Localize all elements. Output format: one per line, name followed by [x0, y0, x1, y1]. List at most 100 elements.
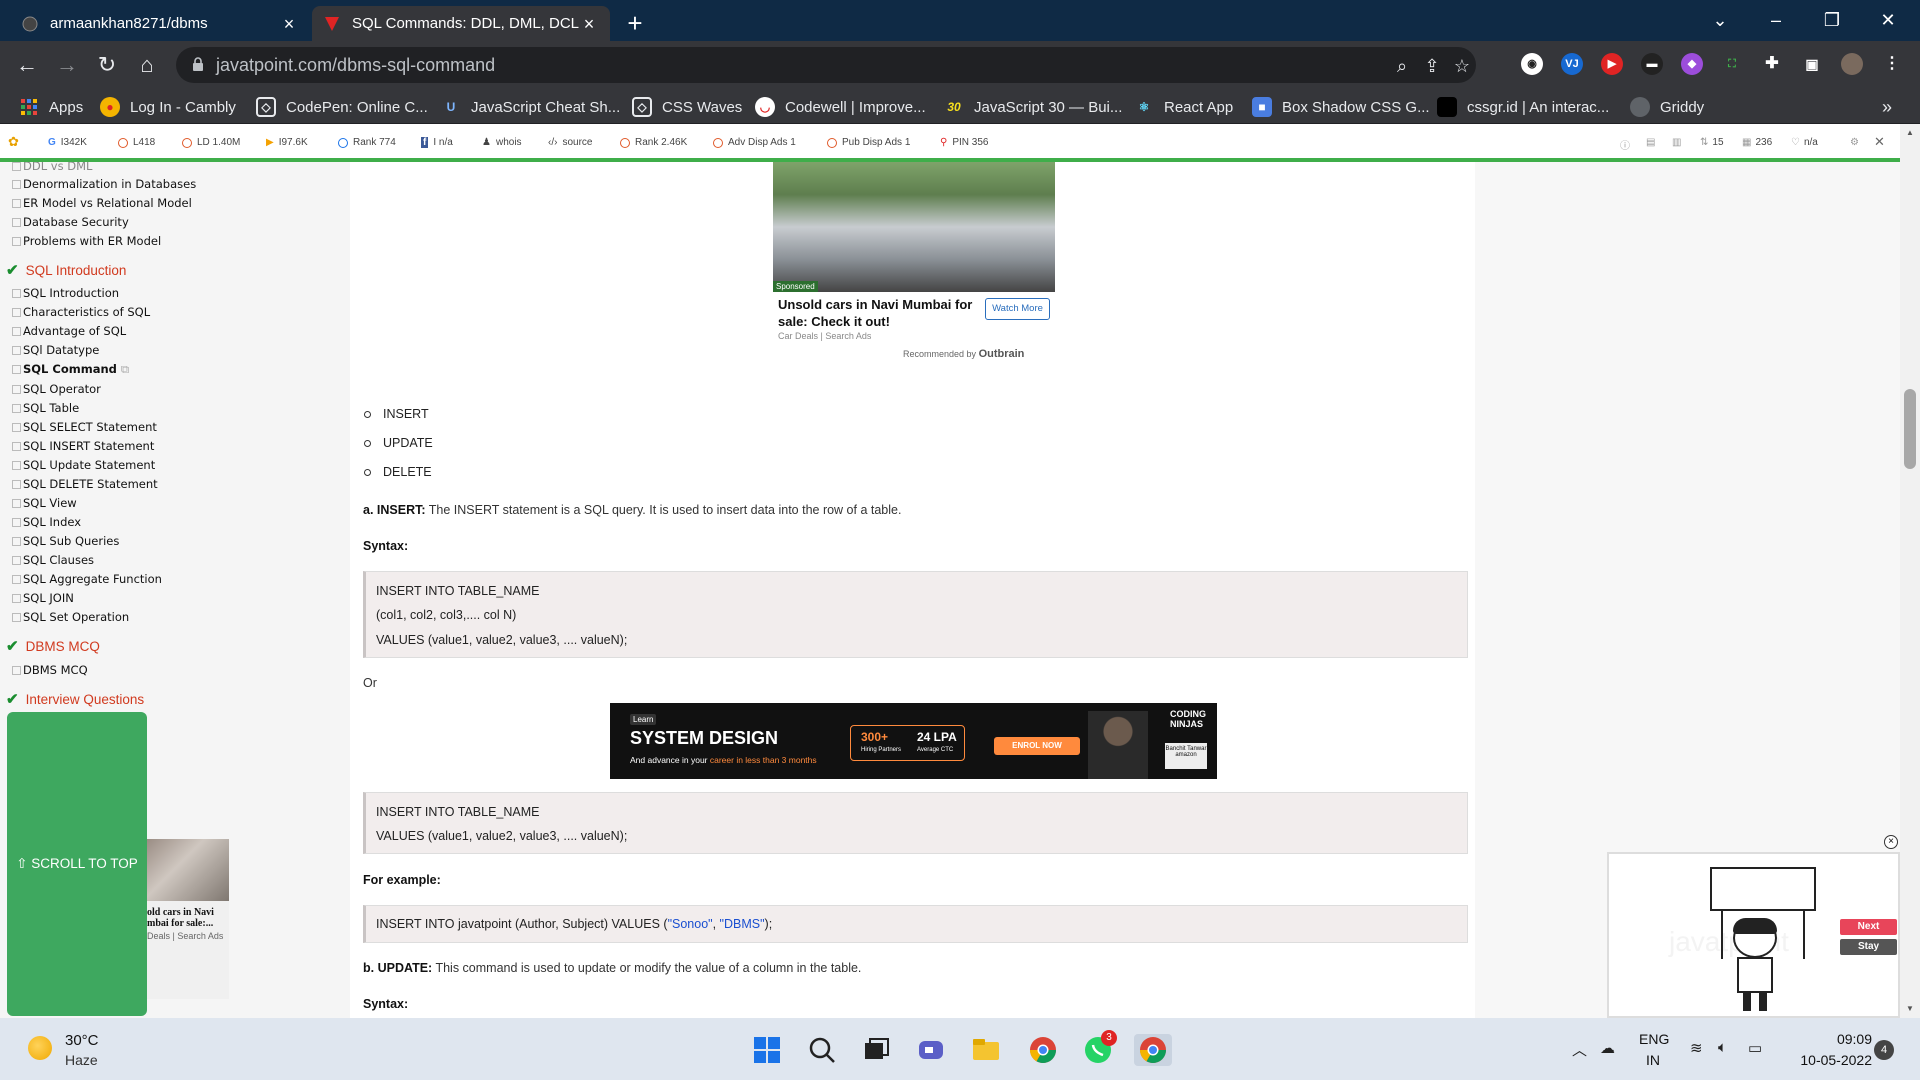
zoom-icon[interactable]: ⌕ [1392, 56, 1412, 76]
extension-icon[interactable]: ◉ [1521, 53, 1543, 75]
network-globe-icon[interactable]: ☁ [1600, 1039, 1615, 1057]
sidebar-item[interactable]: SQL Introduction [12, 286, 119, 300]
show-hidden-icons[interactable]: ︿ [1572, 1039, 1587, 1060]
bookmark-codepen[interactable]: ◇ CodePen: Online C... [256, 96, 428, 118]
sidebar-heading-mcq[interactable]: ✔ DBMS MCQ [6, 637, 100, 655]
video-widget[interactable]: javatpoint Next Stay [1607, 852, 1900, 1018]
close-video-icon[interactable]: × [1884, 835, 1898, 849]
sidepanel-icon[interactable]: ▣ [1801, 53, 1823, 75]
seo-metric[interactable]: Pub Disp Ads 1 [827, 137, 910, 148]
enrol-now-button[interactable]: ENROL NOW [994, 737, 1080, 755]
temperature[interactable]: 30°C [65, 1032, 99, 1049]
seo-metric[interactable]: ▤ [1646, 137, 1655, 148]
extension-icon[interactable]: ▬ [1641, 53, 1663, 75]
bookmark-js30[interactable]: 30 JavaScript 30 — Bui... [944, 96, 1122, 118]
bookmark-apps[interactable]: Apps [19, 96, 83, 118]
sidebar-item[interactable]: DBMS MCQ [12, 663, 88, 677]
top-ad[interactable]: Sponsored Unsold cars in Navi Mumbai for… [773, 162, 1055, 362]
close-tab-icon[interactable]: × [580, 15, 598, 33]
seo-metric[interactable]: ‹/› source [548, 137, 592, 148]
sidebar-item[interactable]: SQL Sub Queries [12, 534, 119, 548]
sidebar-ad[interactable]: old cars in Navi mbai for sale:... Deals… [147, 839, 229, 999]
seo-metric[interactable]: ▶ I97.6K [266, 137, 308, 148]
scroll-to-top-button[interactable]: ⇧ SCROLL TO TOP [7, 712, 147, 1016]
sidebar-heading-interview[interactable]: ✔ Interview Questions [6, 690, 144, 708]
sidebar-item[interactable]: SQL DELETE Statement [12, 477, 158, 491]
sidebar-item[interactable]: Advantage of SQL [12, 324, 126, 338]
close-icon[interactable]: ✕ [1874, 134, 1885, 150]
bookmark-js-cheatsheet[interactable]: U JavaScript Cheat Sh... [441, 96, 621, 118]
sidebar-heading-sql[interactable]: ✔ SQL Introduction [6, 261, 126, 279]
battery-icon[interactable]: ▭ [1748, 1039, 1762, 1057]
stay-button[interactable]: Stay [1840, 939, 1897, 955]
seo-metric[interactable]: LD 1.40M [182, 137, 240, 148]
file-explorer-icon[interactable] [970, 1034, 1002, 1066]
search-icon[interactable] [806, 1034, 838, 1066]
reload-icon[interactable]: ↻ [93, 51, 121, 79]
watch-more-button[interactable]: Watch More [985, 298, 1050, 320]
more-bookmarks-icon[interactable]: » [1882, 96, 1892, 118]
sidebar-item[interactable]: SQL View [12, 496, 77, 510]
scroll-up-icon[interactable]: ▲ [1905, 128, 1915, 138]
seo-metric[interactable]: Rank 2.46K [620, 137, 687, 148]
notification-count[interactable]: 4 [1874, 1040, 1894, 1060]
bookmark-codewell[interactable]: ◡ Codewell | Improve... [755, 96, 926, 118]
language-indicator[interactable]: ENG [1639, 1031, 1669, 1047]
sidebar-item[interactable]: SQL Update Statement [12, 458, 155, 472]
volume-icon[interactable]: 🔈︎ [1718, 1039, 1727, 1056]
seo-metric[interactable]: Rank 774 [338, 137, 396, 148]
gear-icon[interactable]: ⚙ [1850, 137, 1859, 148]
seo-metric[interactable]: G I342K [48, 137, 87, 148]
seo-metric[interactable]: ♟ whois [482, 137, 522, 148]
next-button[interactable]: Next [1840, 919, 1897, 935]
bookmark-griddy[interactable]: Griddy [1630, 96, 1704, 118]
screenshot-icon[interactable]: ⛶ [1721, 53, 1743, 75]
sidebar-item[interactable]: Problems with ER Model [12, 234, 161, 248]
coding-ninjas-ad[interactable]: Learn SYSTEM DESIGN And advance in your … [610, 703, 1217, 779]
bookmark-cambly[interactable]: ● Log In - Cambly [100, 96, 236, 118]
sidebar-item[interactable]: DDL vs DML [12, 162, 92, 173]
sidebar-item[interactable]: SQL Table [12, 401, 79, 415]
scroll-down-icon[interactable]: ▼ [1905, 1004, 1915, 1014]
sidebar-item[interactable]: Denormalization in Databases [12, 177, 196, 191]
sidebar-item[interactable]: SQL JOIN [12, 591, 74, 605]
star-icon[interactable]: ☆ [1452, 56, 1472, 76]
minimize-button[interactable]: – [1748, 0, 1804, 41]
info-icon[interactable]: ⓘ [1620, 137, 1630, 152]
forward-icon[interactable]: → [53, 51, 81, 79]
vidiq-icon[interactable]: VJ [1561, 53, 1583, 75]
sidebar-item[interactable]: Database Security [12, 215, 129, 229]
extension-icon[interactable]: ◆ [1681, 53, 1703, 75]
sidebar-item[interactable]: SQL Clauses [12, 553, 94, 567]
new-tab-button[interactable]: + [620, 8, 650, 38]
seo-metric[interactable]: Adv Disp Ads 1 [713, 137, 796, 148]
sidebar-item[interactable]: SQL Aggregate Function [12, 572, 162, 586]
clock-date[interactable]: 10-05-2022 [1790, 1052, 1872, 1068]
menu-icon[interactable]: ⋮ [1881, 53, 1903, 75]
youtube-icon[interactable]: ▶ [1601, 53, 1623, 75]
language-region[interactable]: IN [1646, 1052, 1660, 1068]
teams-chat-icon[interactable] [915, 1034, 947, 1066]
restore-button[interactable]: ❐ [1804, 0, 1860, 41]
sidebar-item[interactable]: ER Model vs Relational Model [12, 196, 192, 210]
sidebar-item[interactable]: SQl Datatype [12, 343, 99, 357]
scrollbar-thumb[interactable] [1904, 389, 1916, 469]
recommended-by[interactable]: Recommended by Outbrain [903, 348, 1024, 360]
wifi-icon[interactable]: ≋ [1690, 1039, 1703, 1057]
seo-metric[interactable]: ▥ [1672, 137, 1681, 148]
bookmark-react-app[interactable]: ⚛ React App [1134, 96, 1234, 118]
seo-metric[interactable]: ▦ 236 [1742, 137, 1772, 148]
weather-condition[interactable]: Haze [65, 1052, 98, 1068]
seo-metric[interactable]: ⇅ 15 [1700, 137, 1724, 148]
clock-time[interactable]: 09:09 [1790, 1031, 1872, 1047]
seo-metric[interactable]: ♡ n/a [1791, 137, 1818, 148]
seoquake-icon[interactable]: ✿ [8, 134, 19, 150]
chrome-icon[interactable] [1027, 1034, 1059, 1066]
share-icon[interactable]: ⇪ [1422, 56, 1442, 76]
bookmark-cssgrid[interactable]: cssgr.id | An interac... [1437, 96, 1609, 118]
home-icon[interactable]: ⌂ [133, 51, 161, 79]
tab-javatpoint[interactable]: SQL Commands: DDL, DML, DCL... × [312, 6, 610, 41]
sidebar-item[interactable]: SQL Operator [12, 382, 101, 396]
tab-search-icon[interactable]: ⌄ [1692, 0, 1748, 41]
sidebar-item-current[interactable]: SQL Command ⧉ [12, 362, 129, 377]
